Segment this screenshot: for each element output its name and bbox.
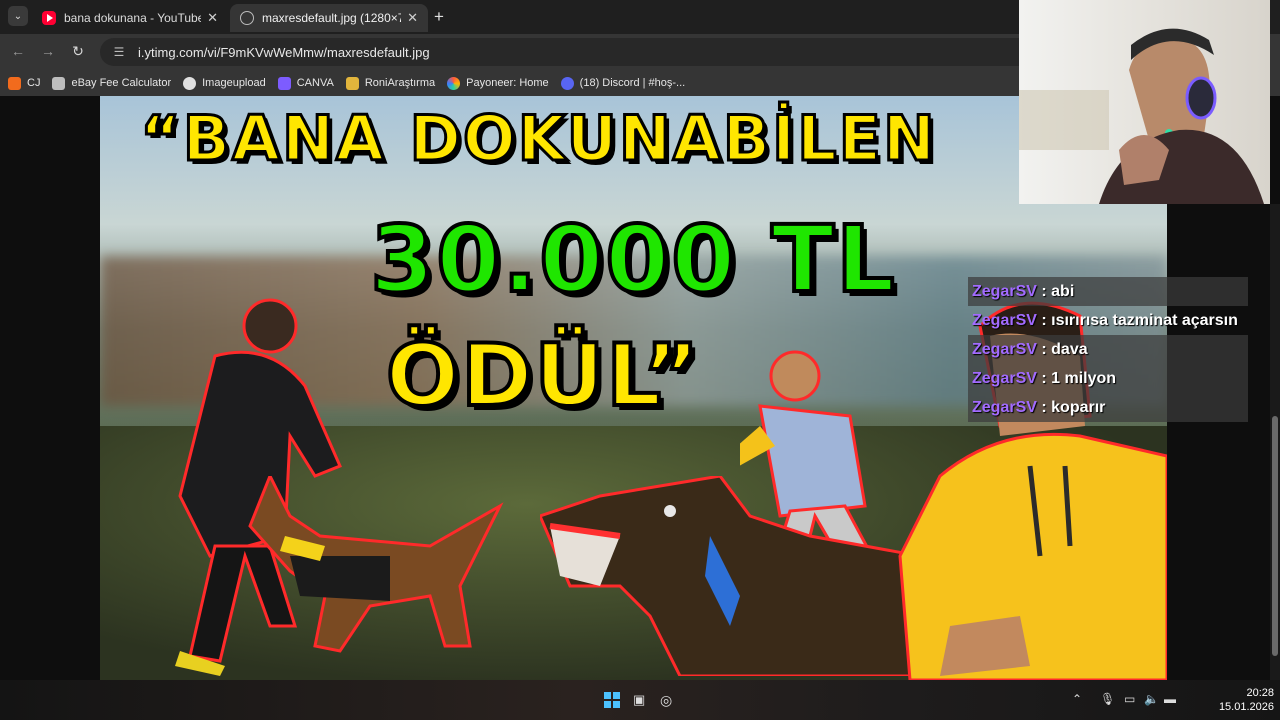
- headline-line-1: “BANA DOKUNABİLEN: [139, 101, 937, 177]
- tab-title: bana dokunana - YouTube: [64, 11, 202, 25]
- chat-text: ısırırısa tazminat açarsın: [1051, 311, 1238, 329]
- chat-message: ZegarSV : koparır: [968, 393, 1248, 422]
- payoneer-icon: [447, 76, 461, 90]
- windows-start-icon[interactable]: [604, 692, 620, 708]
- bookmark-label: Payoneer: Home: [466, 77, 549, 89]
- forward-button[interactable]: →: [39, 43, 57, 59]
- bookmark-ebay-fee-calculator[interactable]: eBay Fee Calculator: [52, 76, 172, 90]
- scrollbar[interactable]: [1270, 204, 1280, 680]
- address-url: i.ytimg.com/vi/F9mKVwWeMmw/maxresdefault…: [138, 44, 430, 60]
- chat-username: ZegarSV: [972, 282, 1037, 300]
- battery-icon[interactable]: ▬: [1164, 692, 1176, 706]
- new-tab-button[interactable]: +: [434, 7, 444, 27]
- globe-icon: [240, 11, 254, 25]
- tab-youtube[interactable]: bana dokunana - YouTube ✕: [32, 4, 228, 32]
- chat-username: ZegarSV: [972, 311, 1037, 329]
- bookmark-folder-icon: [345, 76, 359, 90]
- chat-text: 1 milyon: [1051, 369, 1117, 387]
- tab-search-button[interactable]: ⌄: [8, 6, 28, 26]
- chat-text: dava: [1051, 340, 1088, 358]
- bookmark-label: Imageupload: [202, 77, 266, 89]
- headline-line-3: ÖDÜL”: [384, 324, 702, 428]
- close-icon[interactable]: ✕: [207, 10, 218, 26]
- bookmark-label: eBay Fee Calculator: [71, 77, 172, 89]
- cj-icon: [8, 76, 21, 90]
- chat-message: ZegarSV : dava: [968, 335, 1248, 364]
- volume-icon[interactable]: 🔈: [1144, 692, 1159, 706]
- youtube-icon: [42, 11, 56, 25]
- streamer-webcam-figure: [1019, 28, 1264, 204]
- bookmark-imageupload[interactable]: Imageupload: [183, 76, 266, 90]
- bookmark-canva[interactable]: CANVA: [277, 76, 334, 90]
- network-icon[interactable]: ▭: [1124, 692, 1135, 706]
- app-taskbar-icon[interactable]: ▣: [633, 692, 649, 708]
- chat-message: ZegarSV : 1 milyon: [968, 364, 1248, 393]
- imageupload-icon: [183, 76, 197, 90]
- bookmark-discord[interactable]: (18) Discord | #hoş-...: [560, 76, 686, 90]
- bookmark-label: (18) Discord | #hoş-...: [579, 77, 686, 89]
- stream-chat: ZegarSV : abi ZegarSV : ısırırısa tazmin…: [968, 277, 1248, 422]
- bookmark-label: RoniAraştırma: [364, 77, 436, 89]
- heart-icon: [277, 76, 291, 90]
- small-dog: [248, 476, 504, 653]
- chat-username: ZegarSV: [972, 398, 1037, 416]
- taskbar: ▣ ◎ ⌃ 🎙 ▭ 🔈 ▬: [0, 680, 1280, 720]
- bookmark-label: CJ: [27, 77, 41, 89]
- chat-message: ZegarSV : abi: [968, 277, 1248, 306]
- tab-image[interactable]: maxresdefault.jpg (1280×720) ✕: [230, 4, 428, 32]
- clock-date: 15.01.2026: [1218, 701, 1274, 713]
- back-button[interactable]: ←: [9, 43, 27, 59]
- bookmark-roniarastirma[interactable]: RoniAraştırma: [345, 76, 436, 90]
- reload-button[interactable]: ↻: [69, 43, 87, 60]
- chevron-up-icon[interactable]: ⌃: [1072, 692, 1082, 706]
- bookmark-label: CANVA: [296, 77, 334, 89]
- site-info-icon[interactable]: ☰: [112, 45, 126, 59]
- chrome-taskbar-icon[interactable]: ◎: [660, 692, 676, 708]
- chat-username: ZegarSV: [972, 369, 1037, 387]
- chat-text: abi: [1051, 282, 1075, 300]
- scrollbar-thumb[interactable]: [1272, 416, 1278, 656]
- bookmark-payoneer[interactable]: Payoneer: Home: [447, 76, 549, 90]
- microphone-icon[interactable]: 🎙: [1100, 692, 1115, 706]
- grid-icon: [52, 76, 66, 90]
- clock-time: 20:28: [1246, 687, 1274, 699]
- discord-icon: [560, 76, 574, 90]
- chat-username: ZegarSV: [972, 340, 1037, 358]
- taskbar-clock[interactable]: 20:28 15.01.2026: [1194, 686, 1274, 714]
- chat-text: koparır: [1051, 398, 1106, 416]
- chat-message: ZegarSV : ısırırısa tazminat açarsın: [972, 311, 1238, 329]
- bookmark-cj[interactable]: CJ: [8, 76, 41, 90]
- tab-title: maxresdefault.jpg (1280×720): [262, 11, 401, 25]
- close-icon[interactable]: ✕: [407, 10, 418, 26]
- webcam-overlay: [1019, 0, 1270, 204]
